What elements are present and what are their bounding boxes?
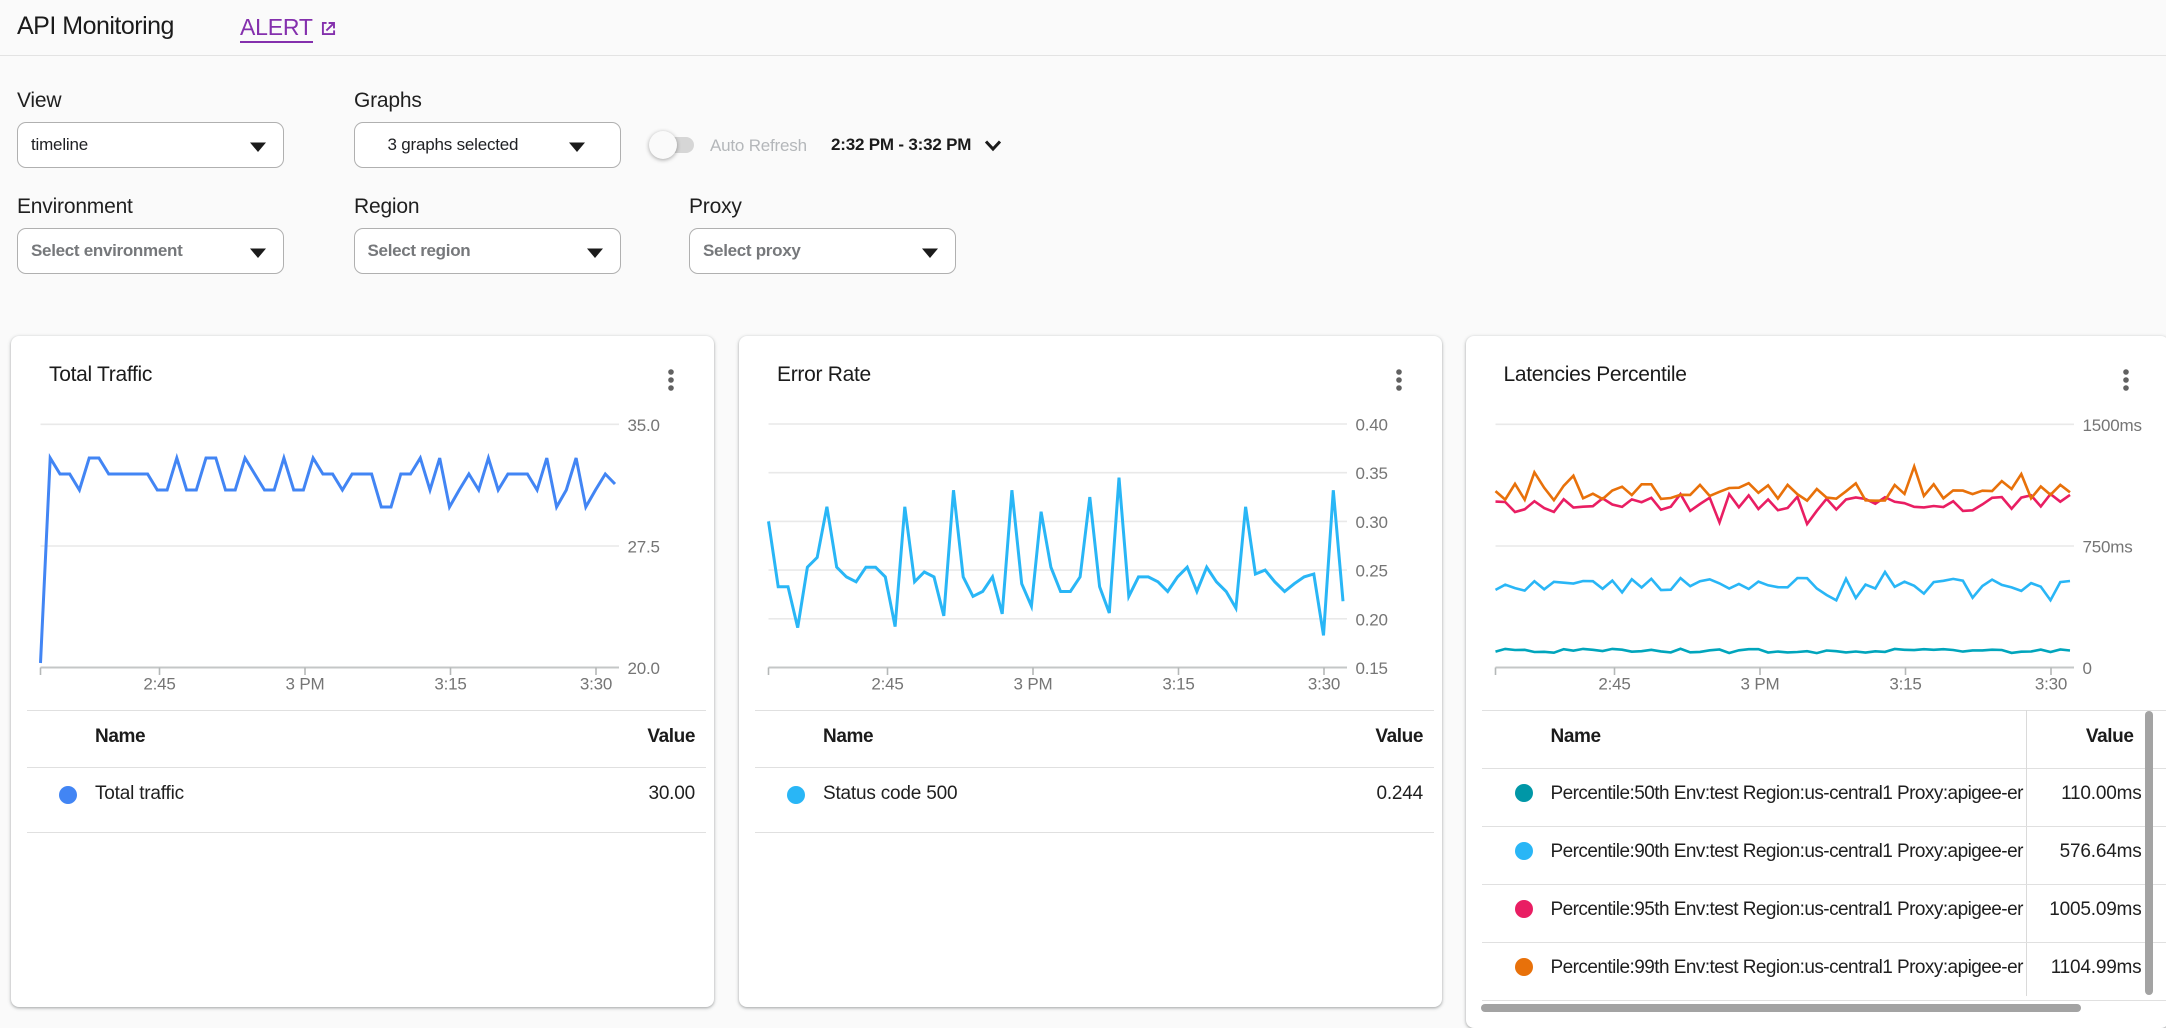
svg-text:35.0: 35.0 (628, 416, 660, 435)
svg-text:3:30: 3:30 (2034, 675, 2066, 694)
svg-text:2:45: 2:45 (871, 675, 903, 694)
svg-text:2:45: 2:45 (143, 675, 175, 694)
svg-text:0.15: 0.15 (1356, 659, 1388, 678)
svg-text:20.0: 20.0 (628, 659, 660, 678)
svg-text:3 PM: 3 PM (286, 675, 325, 694)
svg-text:3:15: 3:15 (1889, 675, 1921, 694)
svg-text:3 PM: 3 PM (1740, 675, 1779, 694)
svg-text:0.25: 0.25 (1356, 562, 1388, 581)
svg-text:0: 0 (2082, 659, 2091, 678)
svg-text:3:15: 3:15 (1162, 675, 1194, 694)
svg-text:0.20: 0.20 (1356, 610, 1388, 629)
svg-text:750ms: 750ms (2082, 538, 2132, 557)
svg-text:27.5: 27.5 (628, 538, 660, 557)
svg-text:1500ms: 1500ms (2082, 416, 2141, 435)
svg-text:0.40: 0.40 (1356, 416, 1388, 435)
svg-text:3:15: 3:15 (434, 675, 466, 694)
svg-text:3:30: 3:30 (1308, 675, 1340, 694)
svg-text:3:30: 3:30 (580, 675, 612, 694)
svg-text:0.30: 0.30 (1356, 513, 1388, 532)
svg-text:2:45: 2:45 (1598, 675, 1630, 694)
svg-text:3 PM: 3 PM (1014, 675, 1053, 694)
svg-text:0.35: 0.35 (1356, 464, 1388, 483)
